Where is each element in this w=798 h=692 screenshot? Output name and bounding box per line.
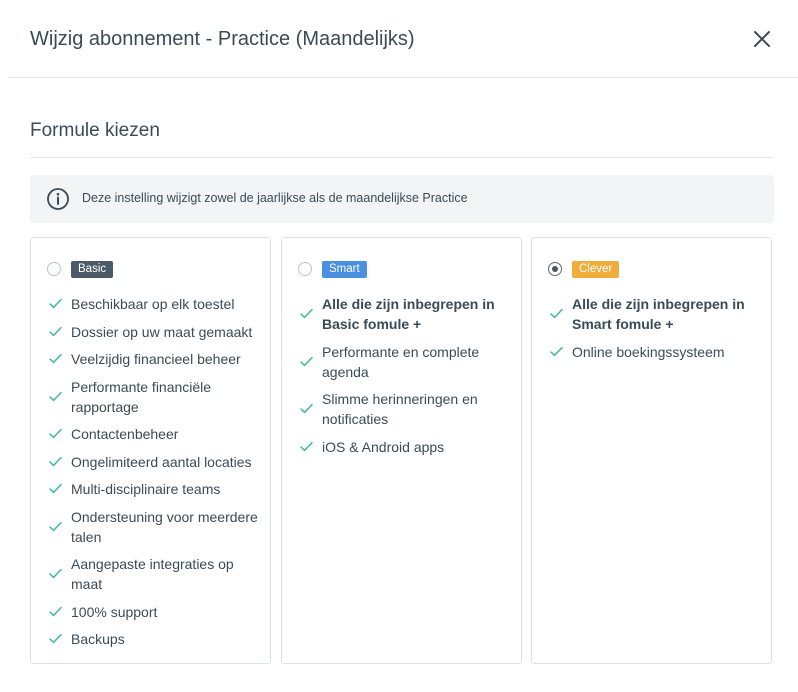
feature-label: Contactenbeheer — [71, 426, 179, 442]
feature-item: Dossier op uw maat gemaakt — [47, 322, 260, 342]
feature-label: Performante financiële rapportage — [71, 378, 212, 415]
check-icon — [300, 356, 313, 366]
feature-item: Backups — [47, 629, 260, 649]
check-icon — [49, 633, 62, 644]
check-icon — [49, 326, 62, 336]
feature-label: iOS & Android apps — [322, 438, 445, 455]
feature-item: Beschikbaar op elk toestel — [47, 294, 260, 314]
close-button[interactable] — [750, 27, 774, 51]
plan-radio-clever[interactable] — [548, 262, 562, 276]
feature-label: Slimme herinneringen en notificaties — [322, 391, 478, 427]
feature-label: Veelzijdig financieel beheer — [71, 351, 241, 367]
feature-item: Multi-disciplinaire teams — [47, 479, 260, 499]
feature-item: iOS & Android apps — [298, 437, 511, 457]
check-icon — [49, 391, 62, 401]
feature-label: Performante en complete agenda — [322, 343, 480, 380]
check-icon — [550, 346, 563, 356]
plan-card-clever[interactable]: Clever Alle die zijn inbegrepen in Smart… — [531, 237, 772, 664]
check-icon — [49, 521, 62, 531]
feature-label: Backups — [71, 631, 125, 647]
check-icon — [300, 403, 313, 414]
info-icon — [47, 188, 69, 210]
feature-list: Alle die zijn inbegrepen in Basic fomule… — [298, 294, 511, 464]
check-icon — [300, 441, 313, 451]
feature-item: Veelzijdig financieel beheer — [47, 349, 260, 369]
close-icon — [754, 31, 770, 47]
feature-label: 100% support — [71, 603, 158, 620]
check-icon — [49, 428, 62, 439]
plan-radio-smart[interactable] — [298, 262, 312, 276]
feature-item: Alle die zijn inbegrepen in Basic fomule… — [298, 294, 511, 334]
check-icon — [49, 353, 62, 364]
feature-label: Online boekingssysteem — [572, 343, 725, 360]
plan-card-basic[interactable]: Basic Beschikbaar op elk toestel Dossier … — [30, 237, 271, 664]
feature-item: Ondersteuning voor meerdere talen — [47, 507, 260, 547]
plan-radio-basic[interactable] — [47, 262, 61, 276]
info-banner: Deze instelling wijzigt zowel de jaarlij… — [30, 175, 774, 223]
modal-title: Wijzig abonnement - Practice (Maandelijk… — [30, 28, 415, 50]
plan-badge-basic: Basic — [71, 261, 114, 278]
feature-item: Contactenbeheer — [47, 424, 260, 444]
check-icon — [49, 456, 62, 466]
section-divider — [30, 157, 774, 158]
feature-label: Ondersteuning voor meerdere talen — [71, 508, 258, 545]
feature-item: Performante financiële rapportage — [47, 377, 260, 417]
feature-item: Alle die zijn inbegrepen in Smart fomule… — [548, 294, 761, 334]
plan-badge-smart: Smart — [322, 261, 367, 278]
feature-list: Beschikbaar op elk toestel Dossier op uw … — [47, 294, 260, 657]
check-icon — [550, 308, 563, 319]
check-icon — [300, 308, 313, 319]
feature-item: Performante en complete agenda — [298, 342, 511, 382]
feature-label: Alle die zijn inbegrepen in Basic fomule… — [322, 296, 495, 332]
check-icon — [49, 483, 62, 494]
feature-label: Multi-disciplinaire teams — [71, 481, 221, 497]
feature-item: Online boekingssysteem — [548, 342, 761, 362]
plan-card-smart[interactable]: Smart Alle die zijn inbegrepen in Basic … — [281, 237, 522, 664]
background-page — [0, 0, 8, 692]
check-icon — [49, 568, 62, 579]
info-text: Deze instelling wijzigt zowel de jaarlij… — [82, 191, 468, 205]
section-title: Formule kiezen — [30, 120, 160, 141]
feature-label: Ongelimiteerd aantal locaties — [71, 453, 252, 470]
feature-label: Dossier op uw maat gemaakt — [71, 323, 253, 340]
feature-label: Beschikbaar op elk toestel — [71, 296, 235, 312]
feature-item: Slimme herinneringen en notificaties — [298, 389, 511, 429]
check-icon — [49, 298, 62, 309]
feature-label: Alle die zijn inbegrepen in Smart fomule… — [572, 296, 745, 332]
feature-list: Alle die zijn inbegrepen in Smart fomule… — [548, 294, 761, 369]
feature-item: Ongelimiteerd aantal locaties — [47, 452, 260, 472]
plan-badge-clever: Clever — [572, 261, 620, 278]
feature-item: Aangepaste integraties op maat — [47, 554, 260, 594]
change-subscription-modal: Wijzig abonnement - Practice (Maandelijk… — [8, 0, 798, 692]
check-icon — [49, 606, 62, 616]
feature-label: Aangepaste integraties op maat — [71, 556, 234, 592]
modal-header: Wijzig abonnement - Practice (Maandelijk… — [8, 0, 798, 78]
feature-item: 100% support — [47, 602, 260, 622]
